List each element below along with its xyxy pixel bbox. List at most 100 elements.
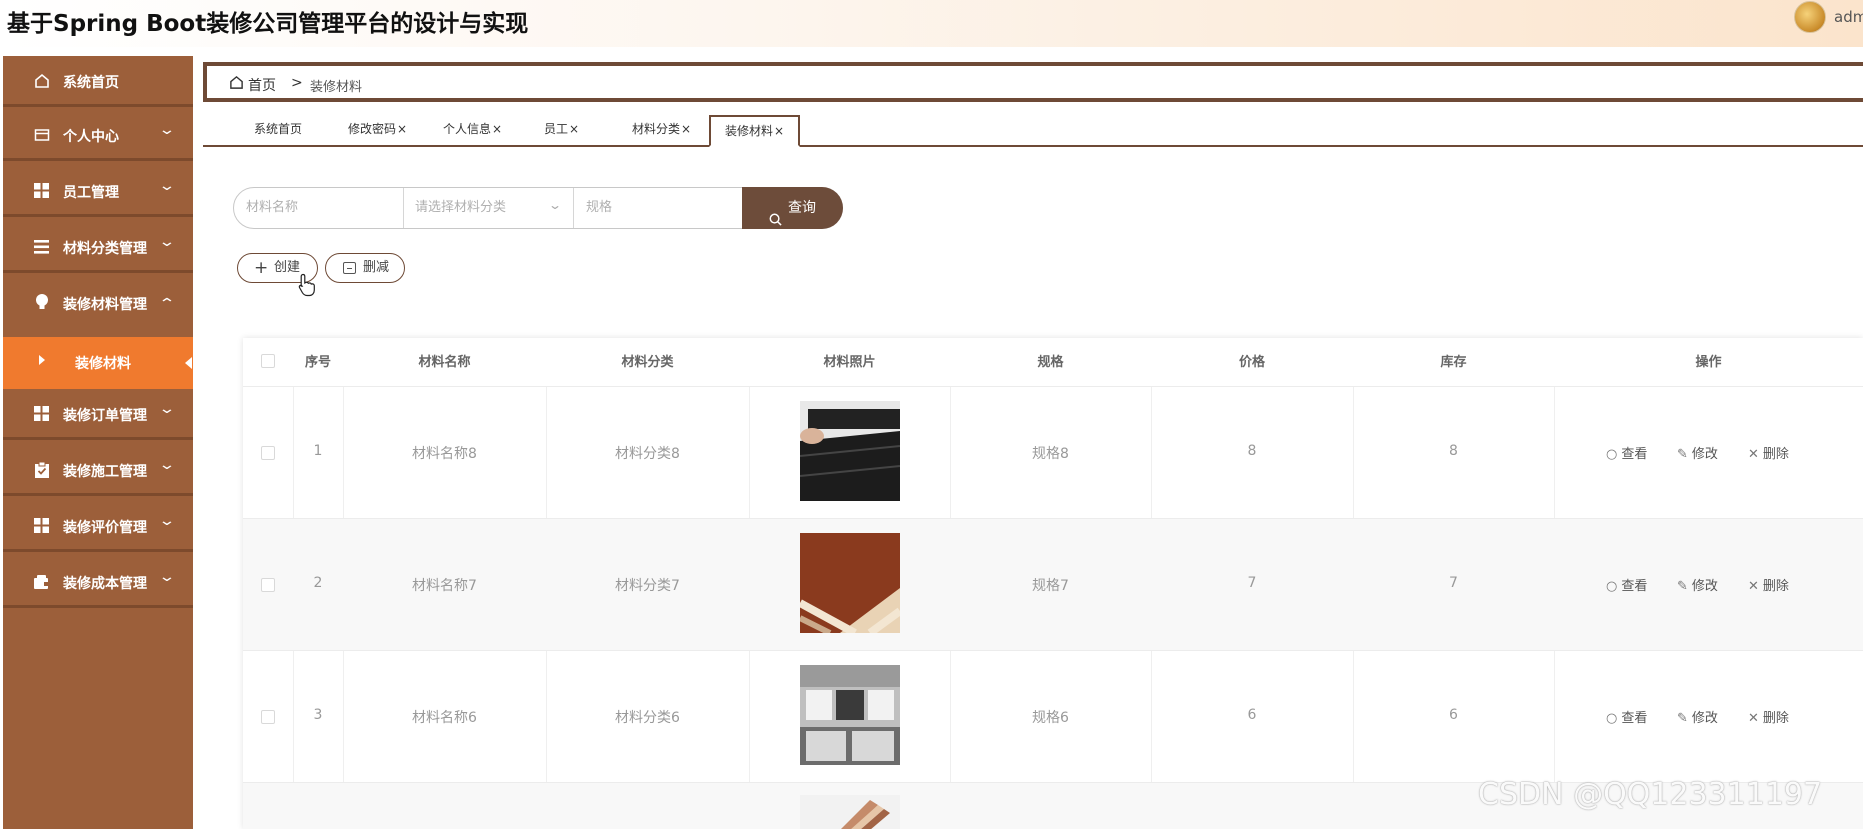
cell-no: 3: [313, 707, 323, 723]
sidebar-subitem-material[interactable]: 装修材料: [3, 337, 193, 389]
search-button-label: 查询: [788, 200, 816, 216]
cell-spec: 规格6: [1032, 710, 1069, 726]
edit-button[interactable]: ✎ 修改: [1677, 443, 1718, 462]
sidebar-item-label: 装修评价管理: [63, 520, 147, 536]
tab-home[interactable]: 系统首页: [254, 115, 302, 145]
close-icon[interactable]: ×: [774, 124, 784, 138]
chevron-down-icon: ⌄: [158, 569, 176, 585]
row-checkbox[interactable]: [261, 578, 275, 592]
sidebar-item-review[interactable]: 装修评价管理 ⌄: [3, 501, 193, 552]
sidebar-item-label: 装修成本管理: [63, 576, 147, 592]
breadcrumb-home[interactable]: 首页: [248, 75, 276, 95]
search-button[interactable]: 查询: [742, 187, 843, 229]
select-all-checkbox[interactable]: [261, 354, 275, 368]
cell-price: 6: [1247, 707, 1257, 723]
plus-icon: +: [254, 258, 269, 278]
sidebar-item-personal[interactable]: 个人中心 ⌄: [3, 110, 193, 161]
cell-price: 7: [1247, 575, 1257, 591]
triangle-right-icon: [39, 355, 45, 365]
delete-button[interactable]: ✕ 删除: [1748, 707, 1789, 726]
sidebar-item-home[interactable]: 系统首页: [3, 56, 193, 107]
sidebar-item-order[interactable]: 装修订单管理 ⌄: [3, 389, 193, 440]
cell-stock: 6: [1449, 707, 1458, 723]
material-photo: [798, 533, 903, 637]
avatar[interactable]: [1794, 1, 1826, 33]
close-icon[interactable]: ×: [492, 122, 502, 136]
edit-label: 修改: [1691, 711, 1718, 726]
sidebar-item-construction[interactable]: 装修施工管理 ⌄: [3, 445, 193, 496]
header-stock: 库存: [1440, 355, 1467, 370]
cell-name: 材料名称6: [412, 710, 477, 726]
chevron-down-icon: ⌄: [158, 513, 176, 529]
tab-label: 系统首页: [254, 122, 303, 136]
hand-cursor-icon: [298, 273, 316, 303]
spec-input[interactable]: 规格: [574, 188, 746, 228]
tab-label: 装修材料: [725, 124, 774, 138]
header-actions: 操作: [1695, 355, 1722, 370]
grid-icon: [33, 517, 50, 534]
cell-category: 材料分类8: [615, 446, 680, 462]
view-label: 查看: [1621, 711, 1648, 726]
cell-name: 材料名称7: [412, 578, 477, 594]
view-label: 查看: [1621, 579, 1648, 594]
minus-square-icon: [343, 262, 356, 274]
header-spec: 规格: [1037, 355, 1064, 370]
row-checkbox[interactable]: [261, 710, 275, 724]
grid-icon: [33, 182, 50, 199]
tab-change-password[interactable]: 修改密码×: [348, 115, 407, 145]
view-button[interactable]: ○ 查看: [1606, 443, 1647, 462]
delete-button[interactable]: ✕ 删除: [1748, 443, 1789, 462]
sidebar: 系统首页 个人中心 ⌄ 员工管理 ⌄ 材料分类管理 ⌄ 装修材料管理 ⌃ 装修材…: [3, 56, 193, 829]
sidebar-item-label: 系统首页: [63, 75, 119, 91]
tab-label: 个人信息: [443, 122, 492, 136]
pencil-icon: ✎: [1677, 711, 1688, 726]
close-icon: ✕: [1748, 579, 1759, 594]
cell-category: 材料分类6: [615, 710, 680, 726]
tab-material[interactable]: 装修材料×: [709, 115, 801, 147]
close-icon: ✕: [1748, 447, 1759, 462]
tab-material-category[interactable]: 材料分类×: [632, 115, 691, 145]
tab-profile[interactable]: 个人信息×: [443, 115, 502, 145]
edit-label: 修改: [1691, 579, 1718, 594]
row-checkbox[interactable]: [261, 446, 275, 460]
delete-button[interactable]: ✕ 删除: [1748, 575, 1789, 594]
sidebar-item-material[interactable]: 装修材料管理 ⌃: [3, 278, 193, 329]
view-button[interactable]: ○ 查看: [1606, 575, 1647, 594]
grid-icon: [33, 405, 50, 422]
list-icon: [33, 238, 50, 255]
sidebar-item-label: 材料分类管理: [63, 241, 147, 257]
tab-staff[interactable]: 员工×: [544, 115, 579, 145]
search-icon: ○: [1606, 711, 1618, 726]
search-icon: ○: [1606, 447, 1618, 462]
pencil-icon: ✎: [1677, 447, 1688, 462]
sidebar-item-category[interactable]: 材料分类管理 ⌄: [3, 222, 193, 273]
header-price: 价格: [1238, 355, 1265, 370]
active-caret-icon: [185, 357, 192, 369]
create-button-label: 创建: [274, 260, 301, 275]
sidebar-item-label: 员工管理: [63, 185, 119, 201]
close-icon[interactable]: ×: [569, 122, 579, 136]
cell-category: 材料分类7: [615, 578, 680, 594]
search-icon: [769, 201, 782, 243]
user-name[interactable]: adm: [1834, 8, 1863, 26]
sidebar-item-cost[interactable]: 装修成本管理 ⌄: [3, 557, 193, 608]
search-icon: ○: [1606, 579, 1618, 594]
breadcrumb: 首页 > 装修材料: [203, 62, 1863, 102]
edit-label: 修改: [1691, 447, 1718, 462]
view-button[interactable]: ○ 查看: [1606, 707, 1647, 726]
table-row: 2 材料名称7 材料分类7 规格7 7 7 ○ 查看 ✎ 修改 ✕ 删除: [243, 518, 1863, 650]
edit-button[interactable]: ✎ 修改: [1677, 575, 1718, 594]
edit-button[interactable]: ✎ 修改: [1677, 707, 1718, 726]
batch-delete-button[interactable]: 删减: [325, 253, 405, 283]
header-category: 材料分类: [621, 355, 674, 370]
table-row: 1 材料名称8 材料分类8 规格8 8 8 ○ 查看 ✎ 修改 ✕ 删除: [243, 386, 1863, 518]
chevron-down-icon: ⌄: [158, 178, 176, 194]
chevron-up-icon: ⌃: [158, 296, 176, 312]
watermark: CSDN @QQ123311197: [1478, 777, 1823, 812]
close-icon[interactable]: ×: [681, 122, 691, 136]
clipboard-icon: [33, 461, 50, 478]
material-name-input[interactable]: 材料名称: [234, 188, 404, 228]
sidebar-item-staff[interactable]: 员工管理 ⌄: [3, 166, 193, 217]
close-icon[interactable]: ×: [397, 122, 407, 136]
home-icon[interactable]: [229, 75, 244, 94]
